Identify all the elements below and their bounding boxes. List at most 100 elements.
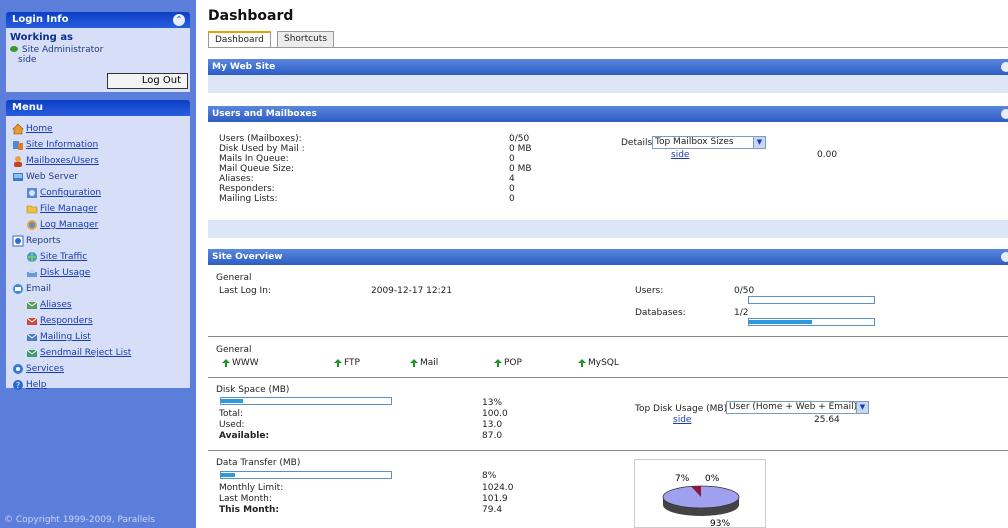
menu-label: Log Manager <box>40 220 99 230</box>
this-month-label: This Month: <box>219 505 279 515</box>
transfer-percent: 8% <box>482 471 497 481</box>
svg-text:?: ? <box>16 381 20 390</box>
databases-label: Databases: <box>635 308 686 318</box>
pie-label-used: 7% <box>675 474 690 484</box>
traffic-icon <box>27 252 37 262</box>
details-select[interactable]: Top Mailbox Sizes ▼ <box>652 136 766 149</box>
my-web-site-header: My Web Site <box>208 59 1008 75</box>
menu-item-mailboxes-users[interactable]: Mailboxes/Users <box>12 154 99 168</box>
disk-progress-bar <box>220 397 392 405</box>
menu-item-help[interactable]: ? Help <box>12 378 47 392</box>
web-server-icon <box>13 173 23 181</box>
disk-used-label: Used: <box>219 420 245 430</box>
service-pop: POP <box>494 358 522 368</box>
collapse-icon[interactable]: ⌃ <box>173 14 185 26</box>
menu-label: Mailing List <box>40 332 91 342</box>
menu-item-site-information[interactable]: Site Information <box>12 138 98 152</box>
menu-label: Sendmail Reject List <box>40 348 132 358</box>
collapse-icon[interactable] <box>1001 109 1008 119</box>
general-label: General <box>216 273 252 283</box>
section-title: My Web Site <box>212 62 276 72</box>
last-month-label: Last Month: <box>219 494 272 504</box>
aliases-icon <box>26 301 38 309</box>
users-value: 0/50 <box>509 134 530 144</box>
disk-total-label: Total: <box>219 409 244 419</box>
menu-item-sendmail-reject-list[interactable]: Sendmail Reject List <box>26 346 131 360</box>
users-label: Users (Mailboxes): <box>219 134 302 144</box>
logout-button[interactable]: Log Out <box>107 73 188 89</box>
monthly-limit-value: 1024.0 <box>482 483 514 493</box>
menu-item-web-server[interactable]: Web Server <box>12 170 78 184</box>
pie-label-free: 93% <box>710 519 730 528</box>
menu-label: File Manager <box>40 204 98 214</box>
transfer-progress-bar <box>220 471 392 479</box>
service-mail: Mail <box>410 358 438 368</box>
service-label: POP <box>504 358 522 368</box>
disk-used-label: Disk Used by Mail : <box>219 144 305 154</box>
page-title: Dashboard <box>208 8 294 24</box>
service-label: WWW <box>232 358 259 368</box>
users-quota-value: 0/50 <box>734 286 755 296</box>
menu-item-file-manager[interactable]: File Manager <box>26 202 97 216</box>
working-as-label: Working as <box>10 32 74 43</box>
menu-title: Menu <box>12 102 43 113</box>
tab-dashboard[interactable]: Dashboard <box>208 31 271 48</box>
tab-shortcuts[interactable]: Shortcuts <box>277 31 335 48</box>
site-overview-header: Site Overview <box>208 249 1008 265</box>
disk-available-value: 87.0 <box>482 431 503 441</box>
detail-site-link[interactable]: side <box>671 150 689 160</box>
up-arrow-icon <box>410 359 418 367</box>
menu-item-aliases[interactable]: Aliases <box>26 298 72 312</box>
collapse-icon[interactable] <box>1001 252 1008 262</box>
menu-label: Site Traffic <box>40 252 88 262</box>
details-label: Details: <box>621 138 656 148</box>
last-login-label: Last Log In: <box>219 286 271 296</box>
user-leaf-icon <box>10 46 18 52</box>
menu-item-responders[interactable]: Responders <box>26 314 93 328</box>
menu-label: Home <box>26 124 53 134</box>
menu-item-email[interactable]: Email <box>12 282 51 296</box>
chevron-down-icon: ▼ <box>856 402 868 413</box>
mails-queue-label: Mails In Queue: <box>219 154 289 164</box>
menu-label: Services <box>26 364 64 374</box>
admin-site: side <box>18 55 37 65</box>
mail-queue-size-label: Mail Queue Size: <box>219 164 295 174</box>
top-disk-site-link[interactable]: side <box>673 415 691 425</box>
responders-value: 0 <box>509 184 515 194</box>
menu-item-site-traffic[interactable]: Site Traffic <box>26 250 87 264</box>
menu-item-home[interactable]: Home <box>12 122 53 136</box>
monthly-limit-label: Monthly Limit: <box>219 483 284 493</box>
menu-label: Responders <box>40 316 93 326</box>
menu-item-disk-usage[interactable]: Disk Usage <box>26 266 90 280</box>
reports-icon <box>12 235 24 247</box>
folder-icon <box>26 205 38 214</box>
menu-header: Menu <box>6 100 190 116</box>
up-arrow-icon <box>334 359 342 367</box>
login-info-title: Login Info <box>12 14 69 25</box>
menu-item-services[interactable]: Services <box>12 362 64 376</box>
site-info-icon <box>13 141 23 150</box>
admin-name-text: Site Administrator <box>21 45 104 55</box>
menu-item-reports[interactable]: Reports <box>12 234 61 248</box>
main-content: Dashboard Dashboard Shortcuts My Web Sit… <box>196 0 1008 528</box>
top-disk-value: 25.64 <box>814 415 840 425</box>
details-select-value: Top Mailbox Sizes <box>655 137 734 147</box>
menu-item-configuration[interactable]: Configuration <box>26 186 101 200</box>
sidebar: Login Info ⌃ Working as Site Administrat… <box>0 0 196 528</box>
menu-item-mailing-list[interactable]: Mailing List <box>26 330 91 344</box>
mailing-lists-label: Mailing Lists: <box>219 194 278 204</box>
disk-used-value: 0 MB <box>509 144 532 154</box>
databases-progress-fill <box>749 320 812 324</box>
menu-label: Email <box>26 284 51 294</box>
help-icon: ? <box>13 380 23 390</box>
responders-icon <box>26 317 38 325</box>
menu-item-log-manager[interactable]: Log Manager <box>26 218 98 232</box>
top-disk-usage-select[interactable]: User (Home + Web + Email) ▼ <box>726 401 869 414</box>
disk-used-value: 13.0 <box>482 420 503 430</box>
users-mailboxes-footer <box>208 220 1008 238</box>
general-services-label: General <box>216 345 252 355</box>
disk-icon <box>27 269 37 277</box>
users-quota-label: Users: <box>635 286 664 296</box>
collapse-icon[interactable] <box>1001 62 1008 72</box>
aliases-label: Aliases: <box>219 174 254 184</box>
